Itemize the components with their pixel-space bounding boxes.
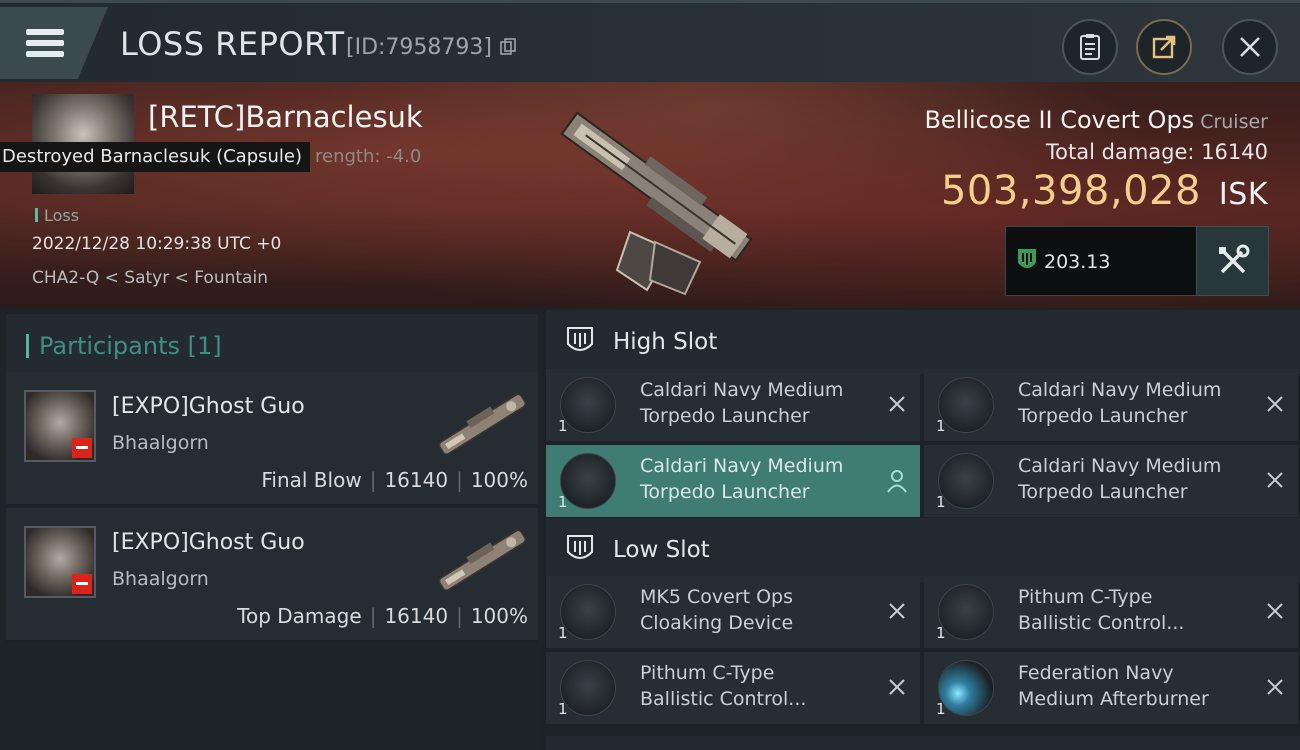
- remove-icon[interactable]: [886, 600, 908, 622]
- security-rating: 203.13: [1005, 226, 1197, 296]
- low-slot-header: Low Slot: [546, 518, 1300, 582]
- item-name: Caldari Navy Medium Torpedo Launcher: [1018, 379, 1222, 427]
- item-quantity: 1: [936, 493, 946, 511]
- weapon-render: [438, 393, 527, 455]
- participants-title: Participants [1]: [26, 332, 222, 360]
- ship-render: [560, 111, 753, 296]
- isk-value: 503,398,028 ISK: [940, 168, 1268, 214]
- weapon-render: [438, 529, 527, 591]
- participant-row[interactable]: [EXPO]Ghost Guo Bhaalgorn Top Damage | 161…: [6, 508, 538, 642]
- slot-shield-icon: [567, 327, 593, 351]
- ship-name[interactable]: Bellicose II Covert Ops Cruiser: [924, 106, 1268, 134]
- standing-badge: [72, 438, 92, 458]
- torpedo-launcher-icon: [560, 453, 616, 509]
- item-name: Caldari Navy Medium Torpedo Launcher: [1018, 455, 1222, 503]
- module-item[interactable]: 1 Federation Navy Medium Afterburner: [924, 652, 1298, 724]
- menu-icon: [26, 29, 64, 59]
- participant-ship: Bhaalgorn: [112, 568, 209, 590]
- fitting-tools-icon: [1218, 244, 1249, 274]
- item-name: Caldari Navy Medium Torpedo Launcher: [640, 455, 844, 503]
- item-quantity: 1: [936, 417, 946, 435]
- participant-name: [EXPO]Ghost Guo: [112, 394, 305, 419]
- item-quantity: 1: [558, 493, 568, 511]
- participant-name: [EXPO]Ghost Guo: [112, 530, 305, 555]
- module-item[interactable]: 1 MK5 Covert Ops Cloaking Device: [546, 576, 920, 648]
- torpedo-launcher-icon: [938, 377, 994, 433]
- participant-stats: Final Blow | 16140 | 100%: [261, 468, 528, 492]
- loss-location[interactable]: CHA2-Q < Satyr < Fountain: [32, 268, 268, 288]
- module-item[interactable]: 1 Pithum C-Type Ballistic Control...: [924, 576, 1298, 648]
- item-quantity: 1: [936, 700, 946, 718]
- loss-tag: Loss: [35, 206, 79, 225]
- loss-datetime: 2022/12/28 10:29:38 UTC +0: [32, 234, 282, 254]
- participants-panel: Participants [1] [EXPO]Ghost Guo Bhaalgo…: [0, 308, 542, 750]
- participant-avatar[interactable]: [24, 526, 96, 598]
- victim-banner: [RETC]Barnaclesuk rength: -4.0 Destroyed…: [0, 82, 1300, 308]
- module-item-selected[interactable]: 1 Caldari Navy Medium Torpedo Launcher: [546, 445, 920, 517]
- mid-slot-header-partial: [546, 736, 1300, 750]
- item-name: Caldari Navy Medium Torpedo Launcher: [640, 379, 844, 427]
- item-quantity: 1: [558, 624, 568, 642]
- item-name: Federation Navy Medium Afterburner: [1018, 662, 1209, 710]
- module-item[interactable]: 1 Caldari Navy Medium Torpedo Launcher: [924, 369, 1298, 441]
- remove-icon[interactable]: [1264, 676, 1286, 698]
- module-item[interactable]: 1 Caldari Navy Medium Torpedo Launcher: [546, 369, 920, 441]
- remove-icon[interactable]: [1264, 600, 1286, 622]
- clipboard-button[interactable]: [1062, 19, 1118, 75]
- close-button[interactable]: [1222, 19, 1278, 75]
- fitting-slots-panel: High Slot 1 Caldari Navy Medium Torpedo L…: [542, 308, 1300, 750]
- participant-avatar[interactable]: [24, 390, 96, 462]
- header-bar: LOSS REPORT [ID:7958793]: [0, 0, 1300, 82]
- item-quantity: 1: [558, 417, 568, 435]
- remove-icon[interactable]: [1264, 469, 1286, 491]
- remove-icon[interactable]: [886, 676, 908, 698]
- destroyed-tooltip: Destroyed Barnaclesuk (Capsule): [0, 142, 310, 172]
- rating-value: 203.13: [1044, 251, 1111, 273]
- participant-ship: Bhaalgorn: [112, 432, 209, 454]
- item-name: Pithum C-Type Ballistic Control...: [640, 662, 807, 710]
- item-quantity: 1: [936, 624, 946, 642]
- item-quantity: 1: [558, 700, 568, 718]
- item-name: Pithum C-Type Ballistic Control...: [1018, 586, 1185, 634]
- security-shield-icon: [1018, 249, 1036, 268]
- ballistic-control-icon: [560, 660, 616, 716]
- close-icon: [1240, 37, 1260, 57]
- copy-icon[interactable]: [500, 38, 516, 56]
- module-item[interactable]: 1 Caldari Navy Medium Torpedo Launcher: [924, 445, 1298, 517]
- cloaking-device-icon: [560, 584, 616, 640]
- participants-header: Participants [1]: [6, 314, 538, 372]
- participant-stats: Top Damage | 16140 | 100%: [237, 604, 528, 628]
- menu-button[interactable]: [0, 7, 108, 79]
- remove-icon[interactable]: [1264, 393, 1286, 415]
- page-title: LOSS REPORT: [120, 25, 345, 63]
- share-button[interactable]: [1136, 19, 1192, 75]
- victim-name[interactable]: [RETC]Barnaclesuk: [148, 100, 423, 134]
- fitting-button[interactable]: [1196, 226, 1269, 296]
- torpedo-launcher-icon: [938, 453, 994, 509]
- high-slot-label: High Slot: [613, 329, 718, 355]
- module-item[interactable]: 1 Pithum C-Type Ballistic Control...: [546, 652, 920, 724]
- report-id: [ID:7958793]: [346, 35, 492, 60]
- share-icon: [1152, 35, 1176, 59]
- remove-icon[interactable]: [886, 393, 908, 415]
- torpedo-launcher-icon: [560, 377, 616, 433]
- clipboard-icon: [1080, 34, 1100, 60]
- high-slot-header: High Slot: [546, 310, 1300, 374]
- standing-badge: [72, 574, 92, 594]
- afterburner-icon: [938, 660, 994, 716]
- victim-strength: rength: -4.0: [315, 146, 422, 167]
- person-icon[interactable]: [886, 469, 908, 493]
- total-damage: Total damage: 16140: [1045, 140, 1268, 164]
- slot-shield-icon: [567, 535, 593, 559]
- participant-row[interactable]: [EXPO]Ghost Guo Bhaalgorn Final Blow | 161…: [6, 372, 538, 506]
- low-slot-label: Low Slot: [613, 537, 710, 563]
- item-name: MK5 Covert Ops Cloaking Device: [640, 586, 794, 634]
- ballistic-control-icon: [938, 584, 994, 640]
